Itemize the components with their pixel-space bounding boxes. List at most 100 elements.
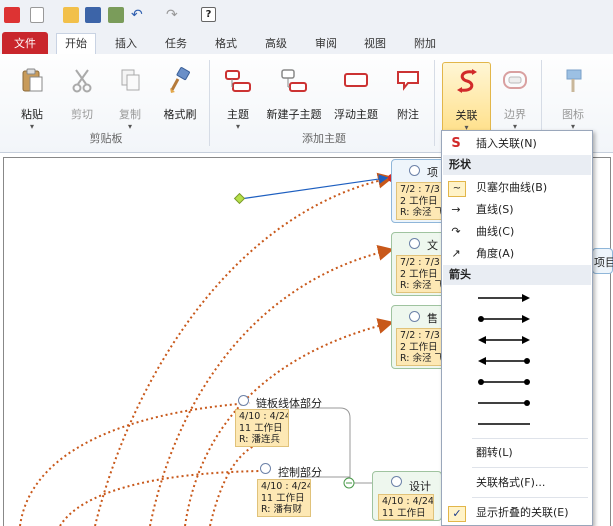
straight-line-item[interactable]: → 直线(S) bbox=[442, 200, 592, 220]
angle-item[interactable]: ↗ 角度(A) bbox=[442, 244, 592, 264]
new-file-icon[interactable] bbox=[30, 7, 44, 23]
task-info: 7/2 : 7/3 2 工作日 R: 余泾 飞 bbox=[396, 328, 442, 366]
relationship-label: 关联 bbox=[455, 109, 478, 122]
bezier-curve-item[interactable]: ~ 贝塞尔曲线(B) bbox=[442, 178, 592, 198]
tab-file[interactable]: 文件 bbox=[2, 32, 48, 56]
tab-review[interactable]: 审阅 bbox=[306, 34, 346, 54]
task-duration: 11 工作日 bbox=[382, 507, 426, 519]
relationship-line bbox=[94, 172, 394, 526]
open-folder-icon[interactable] bbox=[63, 7, 79, 23]
callout-icon bbox=[397, 71, 419, 91]
arrow-style-left-dot[interactable] bbox=[476, 351, 532, 371]
save-icon[interactable] bbox=[85, 7, 101, 23]
node-title: 设计 bbox=[409, 480, 431, 493]
task-circle-icon bbox=[238, 395, 249, 406]
boundary-label: 边界 bbox=[504, 108, 526, 121]
task-duration: 11 工作日 bbox=[239, 422, 283, 434]
angle-label: 角度(A) bbox=[476, 247, 515, 260]
relationship-button[interactable]: 关联 ▾ bbox=[442, 62, 491, 134]
task-dates: 7/2 : 7/3 bbox=[400, 184, 440, 195]
scissors-icon bbox=[72, 69, 92, 93]
straight-line-label: 直线(S) bbox=[476, 203, 514, 216]
relationship-line bbox=[209, 442, 261, 526]
arrow-style-dot-right[interactable] bbox=[476, 309, 532, 329]
node-title: 售 bbox=[427, 312, 438, 325]
tab-advanced[interactable]: 高级 bbox=[256, 34, 296, 54]
redo-icon[interactable]: ↷ bbox=[166, 7, 182, 23]
tab-insert[interactable]: 插入 bbox=[106, 34, 146, 54]
flip-label: 翻转(L) bbox=[476, 446, 513, 459]
floating-topic-icon bbox=[344, 73, 368, 87]
task-duration: 2 工作日 bbox=[400, 341, 438, 353]
paste-icon bbox=[22, 68, 43, 92]
curve-item[interactable]: ↷ 曲线(C) bbox=[442, 222, 592, 242]
arrow-style-dot-end[interactable] bbox=[476, 393, 532, 413]
task-dates: 4/10 : 4/24 bbox=[382, 496, 434, 507]
relationship-format-label: 关联格式(F)... bbox=[476, 476, 546, 489]
menu-separator bbox=[472, 467, 588, 468]
paintbrush-icon bbox=[170, 67, 190, 93]
insert-relationship-item[interactable]: S 插入关联(N) bbox=[442, 134, 592, 154]
angle-icon: ↗ bbox=[451, 247, 461, 260]
bezier-curve-icon: ~ bbox=[448, 181, 466, 197]
task-resource: R: 余泾 飞 bbox=[400, 207, 442, 218]
clipboard-group-label: 剪贴板 bbox=[89, 132, 123, 145]
flip-item[interactable]: 翻转(L) bbox=[442, 443, 592, 463]
shape-section-header: 形状 bbox=[443, 155, 591, 175]
task-dates: 4/10 : 4/24 bbox=[239, 411, 289, 422]
callout-label: 附注 bbox=[397, 108, 419, 121]
task-resource: R: 余泾 飞 bbox=[400, 353, 442, 364]
task-circle-icon bbox=[409, 311, 420, 322]
help-icon[interactable]: ? bbox=[201, 7, 216, 22]
new-subtopic-label: 新建子主题 bbox=[266, 108, 322, 121]
print-icon[interactable] bbox=[108, 7, 124, 23]
task-duration: 11 工作日 bbox=[261, 492, 305, 504]
relationship-handle bbox=[233, 192, 246, 205]
boundary-icon bbox=[503, 71, 527, 89]
node-title: 文 bbox=[427, 239, 438, 252]
show-collapsed-label: 显示折叠的关联(E) bbox=[476, 506, 569, 519]
task-dates: 7/2 : 7/3 bbox=[400, 257, 440, 268]
add-topic-group-label: 添加主题 bbox=[302, 132, 346, 145]
relationship-menu: S 插入关联(N) 形状 ~ 贝塞尔曲线(B) → 直线(S) ↷ 曲线(C) … bbox=[441, 130, 593, 526]
arrow-style-dots[interactable] bbox=[476, 372, 532, 392]
tab-view[interactable]: 视图 bbox=[355, 34, 395, 54]
icon-label: 图标 bbox=[562, 108, 584, 121]
relationship-icon bbox=[456, 69, 477, 93]
relationship-format-item[interactable]: 关联格式(F)... bbox=[442, 473, 592, 493]
task-resource: R: 潘连兵 bbox=[239, 434, 281, 445]
task-duration: 2 工作日 bbox=[400, 195, 438, 207]
menu-separator bbox=[472, 438, 588, 439]
floating-topic-label: 浮动主题 bbox=[334, 108, 378, 121]
group-separator bbox=[434, 60, 435, 146]
node-title[interactable]: 控制部分 bbox=[278, 464, 322, 480]
task-dates: 7/2 : 7/3 bbox=[400, 330, 440, 341]
tab-home[interactable]: 开始 bbox=[56, 33, 96, 55]
arrow-style-both[interactable] bbox=[476, 330, 532, 350]
show-collapsed-item[interactable]: ✓ 显示折叠的关联(E) bbox=[442, 503, 592, 523]
task-resource: R: 余泾 飞 bbox=[400, 280, 442, 291]
task-dates: 4/10 : 4/24 bbox=[261, 481, 311, 492]
flag-icon bbox=[566, 69, 582, 92]
group-separator bbox=[209, 60, 210, 146]
copy-label: 复制 bbox=[119, 108, 141, 121]
arrow-section-header: 箭头 bbox=[443, 265, 591, 285]
menu-separator bbox=[472, 497, 588, 498]
bezier-curve-label: 贝塞尔曲线(B) bbox=[476, 181, 548, 194]
task-circle-icon bbox=[391, 476, 402, 487]
tab-addins[interactable]: 附加 bbox=[405, 34, 445, 54]
copy-icon bbox=[121, 69, 140, 91]
tab-format[interactable]: 格式 bbox=[206, 34, 246, 54]
straight-line-icon: → bbox=[451, 203, 461, 216]
app-logo-icon bbox=[4, 7, 20, 23]
undo-icon[interactable]: ↶ bbox=[131, 7, 147, 23]
task-info: 7/2 : 7/3 2 工作日 R: 余泾 飞 bbox=[396, 255, 442, 293]
task-circle-icon bbox=[409, 165, 420, 176]
arrow-style-none[interactable] bbox=[476, 414, 532, 434]
tab-task[interactable]: 任务 bbox=[156, 34, 196, 54]
subtopic-icon bbox=[281, 69, 307, 92]
relationship-line bbox=[59, 470, 261, 526]
task-resource: R: 潘有财 bbox=[261, 504, 303, 515]
arrow-style-right[interactable] bbox=[476, 288, 532, 308]
task-info: 4/10 : 4/24 11 工作日 R: 潘有财 bbox=[257, 479, 311, 517]
